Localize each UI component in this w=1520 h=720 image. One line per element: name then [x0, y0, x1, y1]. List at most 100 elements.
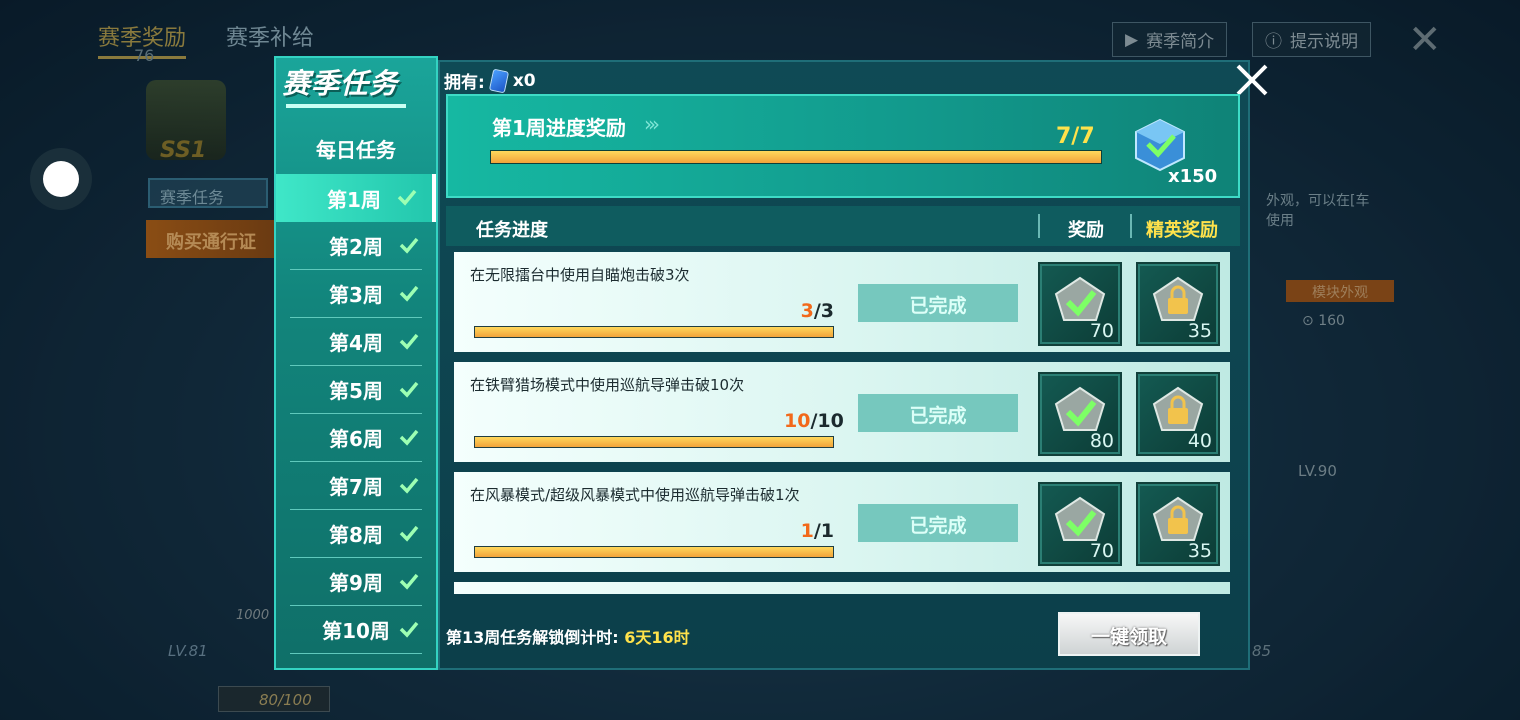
task-count-current: 10 — [784, 410, 811, 432]
week-label: 第7周 — [329, 475, 383, 499]
checkmark-icon — [398, 522, 420, 544]
elite-reward-value: 35 — [1187, 540, 1212, 562]
task-progress-bar — [474, 436, 834, 448]
tab-week-9[interactable]: 第9周 — [290, 558, 422, 606]
background-tabs: 赛季奖励 赛季补给 — [98, 20, 314, 59]
floating-assist-button[interactable] — [43, 161, 79, 197]
week-label: 第8周 — [329, 523, 383, 547]
elite-reward-value: 35 — [1187, 320, 1212, 342]
tab-week-2[interactable]: 第2周 — [290, 222, 422, 270]
bg-season-task-label: 赛季任务 — [148, 178, 268, 208]
owned-label: 拥有: — [444, 73, 485, 93]
bg-hint-label: 提示说明 — [1290, 32, 1358, 52]
header-elite-reward: 精英奖励 — [1146, 220, 1218, 241]
weekly-reward-title: 第1周进度奖励 — [492, 116, 626, 140]
tab-week-6[interactable]: 第6周 — [290, 414, 422, 462]
bg-progress-text: 80/100 — [218, 686, 330, 712]
task-row-partial — [454, 582, 1230, 594]
rank-emblem-text: SS1 — [160, 138, 207, 163]
week-label: 第9周 — [329, 571, 383, 595]
unlock-countdown: 第13周任务解锁倒计时: 6天16时 — [446, 624, 690, 648]
task-row: 在无限擂台中使用自瞄炮击破3次 3/3 已完成 70 35 — [454, 252, 1230, 352]
checkmark-icon — [398, 570, 420, 592]
task-description: 在风暴模式/超级风暴模式中使用巡航导弹击破1次 — [470, 486, 800, 504]
weekly-progress-bar — [490, 150, 1102, 164]
header-divider — [1038, 214, 1040, 238]
tab-week-3[interactable]: 第3周 — [290, 270, 422, 318]
header-reward: 奖励 — [1068, 220, 1104, 241]
reward-item[interactable]: 70 — [1038, 482, 1122, 566]
collect-all-button[interactable]: 一键领取 — [1058, 612, 1200, 656]
task-count-current: 1 — [800, 520, 814, 542]
checkmark-icon — [398, 618, 420, 640]
task-progress-bar — [474, 326, 834, 338]
bg-item-count: 1000 — [236, 608, 270, 623]
tab-week-10[interactable]: 第10周 — [290, 606, 422, 654]
task-count: 1/1 — [784, 520, 834, 542]
task-description: 在无限擂台中使用自瞄炮击破3次 — [470, 266, 690, 284]
task-progress-bar — [474, 546, 834, 558]
week-label: 第10周 — [322, 619, 390, 643]
tab-week-5[interactable]: 第5周 — [290, 366, 422, 414]
elite-reward-item[interactable]: 35 — [1136, 262, 1220, 346]
checkmark-icon — [398, 378, 420, 400]
tab-daily-tasks[interactable]: 每日任务 — [276, 120, 436, 164]
header-divider — [1130, 214, 1132, 238]
task-count-total: /10 — [810, 410, 844, 432]
tab-week-8[interactable]: 第8周 — [290, 510, 422, 558]
reward-value: 70 — [1089, 320, 1114, 342]
elite-reward-value: 40 — [1187, 430, 1212, 452]
task-completed-button[interactable]: 已完成 — [858, 284, 1018, 322]
tab-week-1[interactable]: 第1周 — [276, 174, 436, 222]
weekly-progress-count: 7/7 — [1056, 124, 1095, 149]
tab-season-supply: 赛季补给 — [226, 26, 315, 51]
reward-cube-icon[interactable] — [1132, 116, 1188, 172]
reward-value: 70 — [1089, 540, 1114, 562]
chevron-right-icon: ››› — [644, 112, 660, 136]
task-count: 3/3 — [784, 300, 834, 322]
countdown-value: 6天16时 — [624, 628, 690, 647]
task-progress-fill — [475, 547, 833, 557]
task-count-total: /1 — [813, 520, 834, 542]
header-task-progress: 任务进度 — [476, 220, 548, 241]
task-row: 在铁臂猎场模式中使用巡航导弹击破10次 10/10 已完成 80 40 — [454, 362, 1230, 462]
week-label: 第3周 — [329, 283, 383, 307]
card-icon — [488, 68, 509, 93]
title-underline — [286, 104, 406, 108]
task-completed-button[interactable]: 已完成 — [858, 504, 1018, 542]
bg-lv90: LV.90 — [1298, 462, 1337, 480]
task-list[interactable]: 在无限擂台中使用自瞄炮击破3次 3/3 已完成 70 35 在铁臂猎场模式中使用巡航导弹击… — [446, 252, 1240, 598]
bg-hint-button: ⓘ 提示说明 — [1252, 22, 1371, 57]
bg-season-intro-button: ▶ 赛季简介 — [1112, 22, 1228, 57]
week-label: 第4周 — [329, 331, 383, 355]
reward-item[interactable]: 80 — [1038, 372, 1122, 456]
week-list: 第1周第2周第3周第4周第5周第6周第7周第8周第9周第10周 — [276, 174, 436, 654]
task-row: 在风暴模式/超级风暴模式中使用巡航导弹击破1次 1/1 已完成 70 35 — [454, 472, 1230, 572]
weekly-progress-fill — [491, 151, 1101, 163]
video-icon: ▶ — [1125, 29, 1139, 50]
bg-module-label: 模块外观 — [1286, 280, 1394, 302]
checkmark-icon — [398, 234, 420, 256]
bg-module-value-text: 160 — [1318, 313, 1345, 329]
countdown-label: 第13周任务解锁倒计时: — [446, 628, 619, 647]
week-label: 第2周 — [329, 235, 383, 259]
owned-count: x0 — [512, 70, 536, 91]
task-description: 在铁臂猎场模式中使用巡航导弹击破10次 — [470, 376, 745, 394]
bg-right-text: 外观，可以在[车使用 — [1266, 193, 1370, 229]
elite-reward-item[interactable]: 35 — [1136, 482, 1220, 566]
elite-reward-item[interactable]: 40 — [1136, 372, 1220, 456]
reward-item[interactable]: 70 — [1038, 262, 1122, 346]
info-icon: ⓘ — [1265, 32, 1282, 52]
tab-week-4[interactable]: 第4周 — [290, 318, 422, 366]
task-completed-button[interactable]: 已完成 — [858, 394, 1018, 432]
bg-right-number: 85 — [1252, 642, 1272, 660]
checkmark-icon — [396, 186, 418, 208]
task-count-total: /3 — [813, 300, 834, 322]
task-progress-fill — [475, 437, 833, 447]
reward-cube-qty: x150 — [1168, 166, 1218, 187]
week-label: 第1周 — [327, 187, 381, 212]
week-label: 第5周 — [329, 379, 383, 403]
reward-value: 80 — [1089, 430, 1114, 452]
owned-currency: 拥有: x0 — [444, 68, 536, 93]
tab-week-7[interactable]: 第7周 — [290, 462, 422, 510]
